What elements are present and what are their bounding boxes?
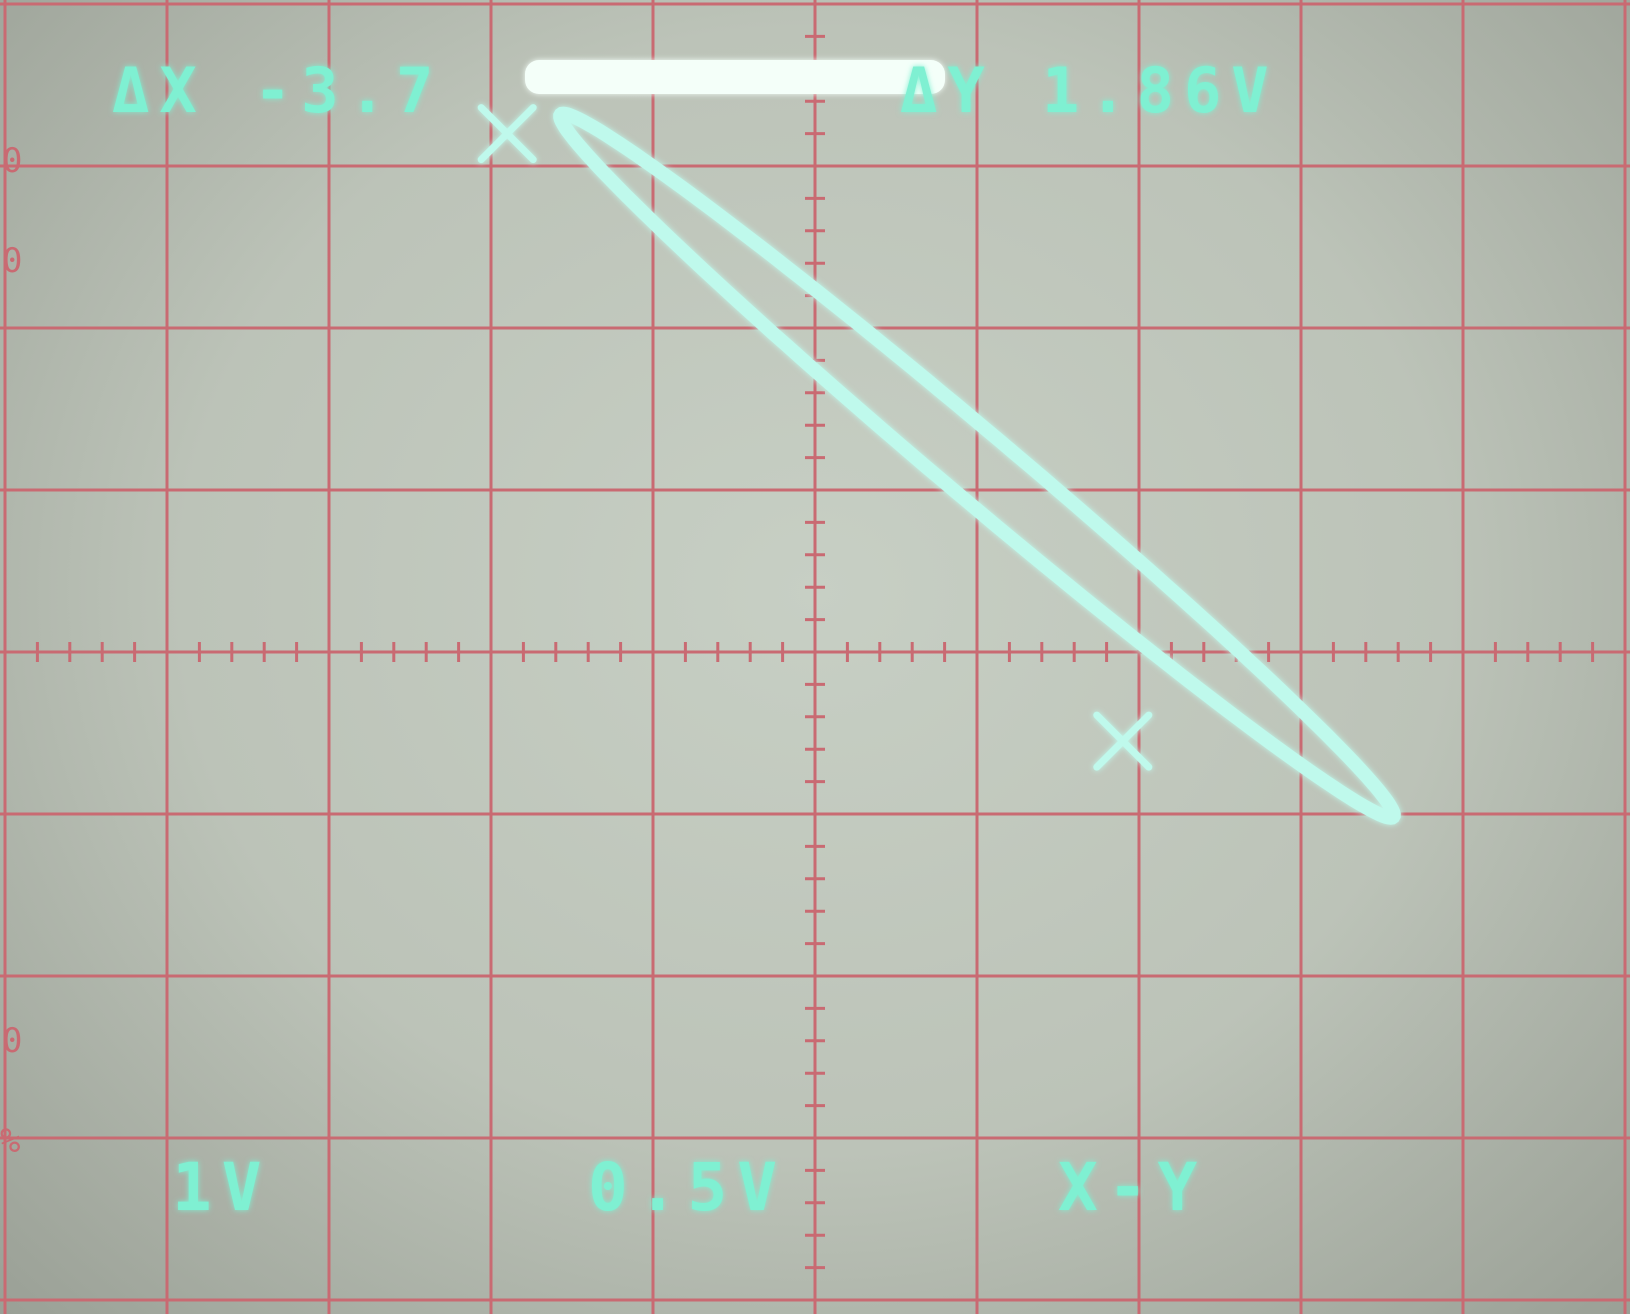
side-mark-upper-1: 0	[2, 141, 22, 181]
side-mark-lower-2: %	[0, 1121, 20, 1161]
ch1-scale-readout: 1V	[172, 1149, 271, 1226]
delta-x-readout: ΔX -3.7	[112, 54, 443, 127]
crt-display: 0 0 0 % ΔX -3.7 ΔY 1.86V 1V 0.5V X-Y	[0, 0, 1630, 1314]
cursor-marker-2	[1093, 711, 1153, 771]
mode-readout: X-Y	[1058, 1149, 1207, 1226]
cursor-marker-1	[477, 104, 537, 164]
readout-glare-bar	[525, 60, 945, 94]
oscilloscope-screen: 0 0 0 % ΔX -3.7 ΔY 1.86V 1V 0.5V X-Y	[0, 0, 1630, 1314]
delta-y-readout: ΔY 1.86V	[900, 54, 1279, 127]
ch2-scale-readout: 0.5V	[588, 1149, 787, 1226]
side-mark-upper-2: 0	[2, 241, 22, 281]
side-mark-lower-1: 0	[2, 1021, 22, 1061]
